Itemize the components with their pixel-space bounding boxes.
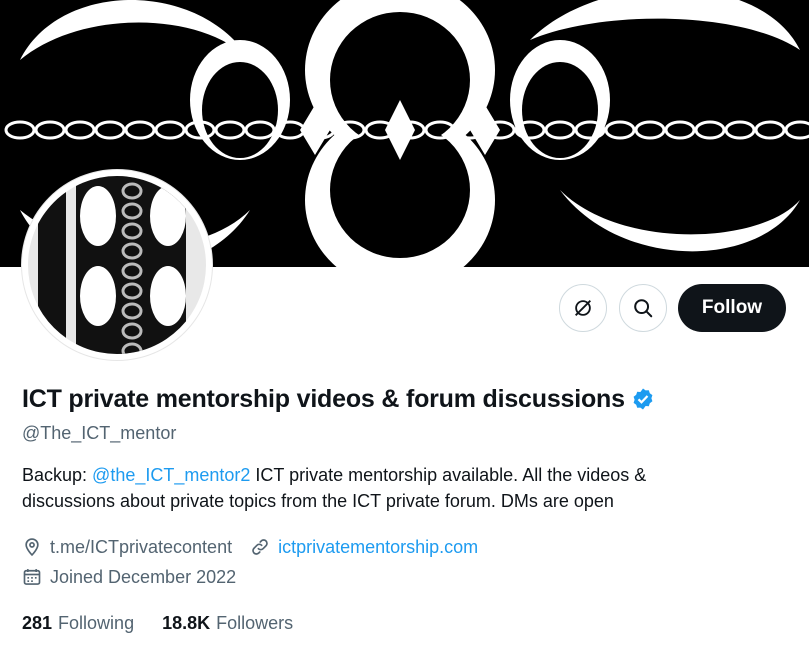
location-text: t.me/ICTprivatecontent (50, 537, 233, 557)
profile-handle: @The_ICT_mentor (22, 423, 177, 443)
bio-line1-text: ICT private mentorship available. All th… (250, 465, 647, 485)
bio-prefix: Backup: (22, 465, 93, 485)
profile-meta-row: t.me/ICTprivatecontent ictprivatementors… (22, 534, 478, 560)
joined-text: Joined December 2022 (50, 567, 237, 587)
calendar-icon (23, 569, 41, 585)
location-pin-icon (25, 538, 39, 557)
joined-item: Joined December 2022 (22, 564, 236, 590)
search-button[interactable] (619, 284, 667, 332)
following-count: 281 (22, 613, 53, 633)
profile-stats: 281 Following 18.8K Followers (22, 610, 321, 636)
profile-name-row: ICT private mentorship videos & forum di… (22, 382, 655, 416)
following-link[interactable]: 281 Following (22, 610, 134, 636)
bio-mention-link[interactable]: @the_ICT_mentor2 (92, 465, 250, 485)
profile-bio: Backup: @the_ICT_mentor2 ICT private men… (22, 462, 762, 514)
more-options-button[interactable] (559, 284, 607, 332)
followers-label: Followers (216, 613, 294, 633)
website-item[interactable]: ictprivatementorship.com (250, 534, 478, 560)
avatar-pattern (28, 176, 206, 354)
joined-row: Joined December 2022 (22, 564, 236, 590)
followers-link[interactable]: 18.8K Followers (162, 610, 293, 636)
verified-badge-icon[interactable] (631, 387, 655, 411)
location-item: t.me/ICTprivatecontent (22, 534, 232, 560)
followers-count: 18.8K (162, 613, 211, 633)
profile-avatar[interactable] (22, 170, 212, 360)
follow-button[interactable]: Follow (678, 284, 786, 332)
following-label: Following (58, 613, 135, 633)
bio-line2-text: discussions about private topics from th… (22, 491, 614, 511)
search-icon (634, 299, 653, 318)
link-icon (252, 539, 268, 555)
website-link[interactable]: ictprivatementorship.com (278, 534, 478, 560)
profile-name: ICT private mentorship videos & forum di… (22, 385, 625, 413)
circle-slash-icon (575, 300, 591, 316)
